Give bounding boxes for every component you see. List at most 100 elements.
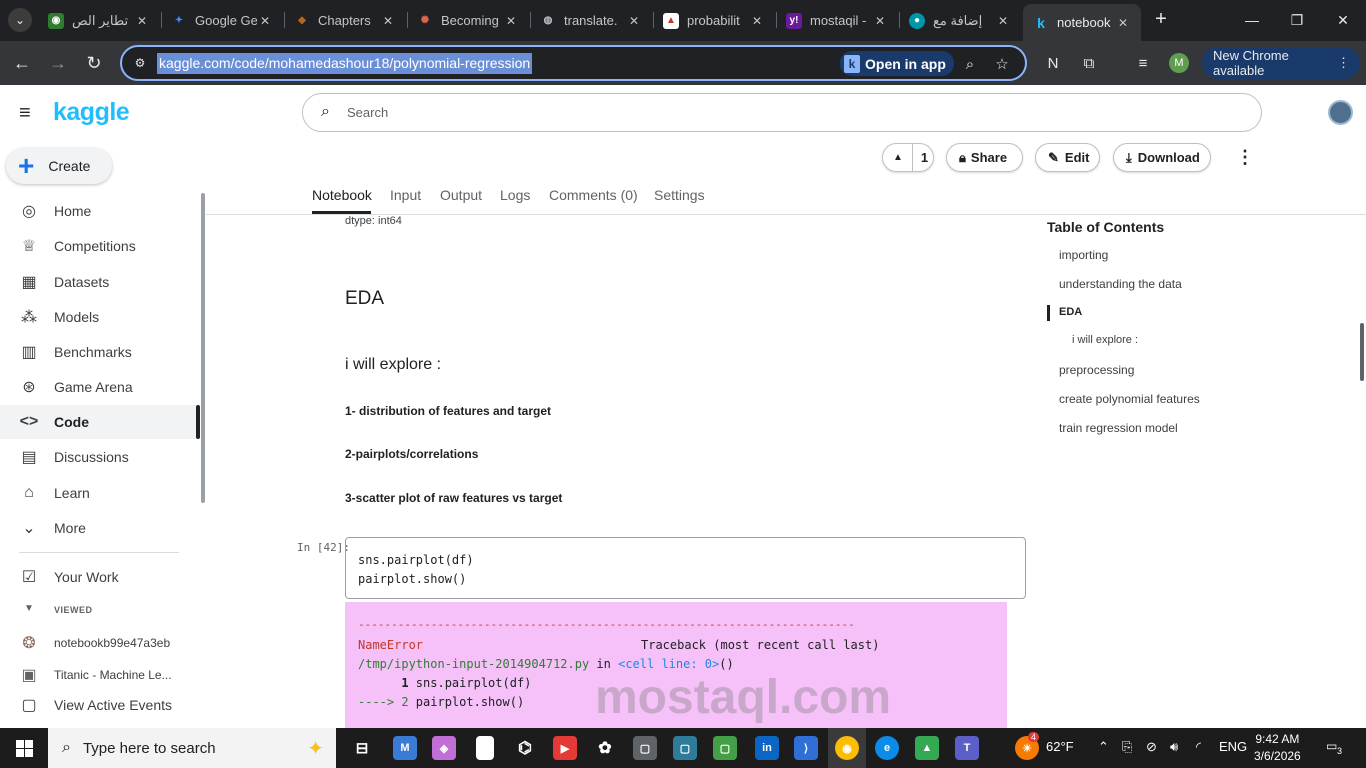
kaggle-logo[interactable]: kaggle [53,98,130,127]
new-chrome-available-button[interactable]: New Chrome available ⋮ [1202,47,1360,79]
create-button[interactable]: + Create [6,148,112,184]
edit-button[interactable]: ✎ Edit [1035,143,1100,172]
download-button[interactable]: ⤓ Download [1113,143,1211,172]
code-cell[interactable]: sns.pairplot(df) pairplot.show() [345,537,1026,599]
toc-item-active[interactable]: EDA [1059,306,1082,318]
camera-off-icon[interactable]: ⊘ [1146,739,1157,755]
nav-more[interactable]: ⌄ More [0,511,196,545]
tab-close-icon[interactable]: ✕ [749,14,765,28]
google-drive-icon[interactable]: ▲ [915,736,939,760]
toc-item[interactable]: preprocessing [1059,363,1134,377]
browser-tab[interactable]: ✺ Becoming ✕ [407,6,529,35]
nav-code[interactable]: <> Code [0,405,196,439]
weather-temperature[interactable]: 62°F [1046,739,1074,754]
dev-home-icon[interactable]: ⌬ [513,736,537,760]
tab-close-icon[interactable]: ✕ [257,14,273,28]
toc-item[interactable]: create polynomial features [1059,392,1200,406]
nav-models[interactable]: ⁂ Models [0,300,196,334]
extensions-puzzle-icon[interactable]: ⧉ [1078,52,1100,74]
restore-icon[interactable]: ❐ [1285,8,1309,32]
nav-your-work[interactable]: ☑ Your Work [0,560,196,594]
nav-datasets[interactable]: ▦ Datasets [0,265,196,299]
teams-icon[interactable]: T [955,736,979,760]
edge-icon[interactable]: e [875,736,899,760]
address-bar[interactable]: ⚙ kaggle.com/code/mohamedashour18/polyno… [120,45,1027,81]
nav-game-arena[interactable]: ⊛ Game Arena [0,370,196,404]
tab-logs[interactable]: Logs [500,187,530,203]
reload-icon[interactable]: ↻ [82,51,106,75]
viewed-item[interactable]: ▣ Titanic - Machine Le... [0,658,196,692]
app-icon[interactable]: ▢ [713,736,737,760]
toc-item[interactable]: train regression model [1059,421,1178,435]
app-icon[interactable]: ▢ [633,736,657,760]
minimize-icon[interactable]: — [1240,8,1264,32]
device-icon[interactable]: ⎘ [1122,739,1132,755]
tab-close-icon[interactable]: ✕ [995,14,1011,28]
chrome-icon[interactable]: ◉ [835,736,859,760]
viewed-collapse-icon[interactable]: ▼ [24,603,34,614]
open-in-app-button[interactable]: k Open in app [840,51,954,76]
vscode-icon[interactable]: ⟩ [794,736,818,760]
new-tab-icon[interactable]: + [1150,8,1172,30]
toc-item[interactable]: understanding the data [1059,277,1182,291]
browser-tab[interactable]: y! mostaqil - ✕ [776,6,898,35]
taskbar-search[interactable]: ⌕ Type here to search ✦ [48,728,336,768]
task-view-icon[interactable]: ⊟ [350,736,374,760]
browser-tab[interactable]: ◆ Chapters ✕ [284,6,406,35]
browser-tab[interactable]: ✦ Google Ge ✕ [161,6,283,35]
viewed-item[interactable]: ❂ notebookb99e47a3eb [0,626,196,660]
tab-settings[interactable]: Settings [654,187,705,203]
browser-tab[interactable]: ◍ translate. ✕ [530,6,652,35]
linkedin-icon[interactable]: in [755,736,779,760]
close-window-icon[interactable]: ✕ [1331,8,1355,32]
tab-close-icon[interactable]: ✕ [503,14,519,28]
search-bar[interactable]: ⌕ Search [302,93,1262,132]
forward-arrow-icon[interactable]: → [46,51,70,75]
windows-start-icon[interactable] [16,740,33,757]
nav-discussions[interactable]: ▤ Discussions [0,440,196,474]
browser-tab-active[interactable]: k notebook ✕ [1023,4,1141,41]
browser-tab[interactable]: ▲ probabilit ✕ [653,6,775,35]
nav-benchmarks[interactable]: ▥ Benchmarks [0,335,196,369]
url-text[interactable]: kaggle.com/code/mohamedashour18/polynomi… [157,53,533,74]
nav-learn[interactable]: ⌂ Learn [0,476,196,510]
tab-input[interactable]: Input [390,187,421,203]
page-scrollbar[interactable] [1360,323,1364,381]
sidebar-scrollbar[interactable] [201,193,205,503]
more-options-icon[interactable]: ⋮ [1236,147,1254,168]
tab-close-icon[interactable]: ✕ [626,14,642,28]
browser-tab[interactable]: ◉ تطاير الص ✕ [38,6,160,35]
notepad-icon[interactable] [476,736,494,760]
youtube-icon[interactable]: ▶ [553,736,577,760]
back-arrow-icon[interactable]: ← [10,51,34,75]
site-settings-icon[interactable]: ⚙ [132,55,148,71]
tab-close-icon[interactable]: ✕ [872,14,888,28]
view-active-events[interactable]: ▢ View Active Events [0,688,196,722]
toc-item[interactable]: importing [1059,248,1108,262]
clock[interactable]: 9:42 AM 3/6/2026 [1254,731,1301,765]
tab-comments[interactable]: Comments (0) [549,187,638,203]
bookmark-star-icon[interactable]: ☆ [992,54,1012,74]
copilot-icon[interactable]: ◈ [432,736,456,760]
notifications-icon[interactable]: ▭ 3 [1326,739,1344,757]
app-icon[interactable]: ▢ [673,736,697,760]
chrome-menu-icon[interactable]: ⋮ [1337,55,1350,71]
media-controls-icon[interactable]: ≡ [1132,52,1154,74]
tab-close-icon[interactable]: ✕ [1115,16,1131,30]
browser-tab[interactable]: ● إضافة مع ✕ [899,6,1021,35]
profile-avatar[interactable]: M [1169,53,1189,73]
hamburger-menu-icon[interactable]: ≡ [19,103,37,123]
notion-extension-icon[interactable]: N [1042,52,1064,74]
share-button[interactable]: 🔒︎ Share [946,143,1023,172]
language-indicator[interactable]: ENG [1219,739,1247,754]
zoom-magnifier-icon[interactable]: ⌕ [960,54,980,74]
wifi-icon[interactable]: ◜ [1196,739,1201,755]
upvote-button[interactable]: ▲ 1 [882,143,934,172]
user-avatar[interactable] [1328,100,1353,125]
tab-close-icon[interactable]: ✕ [134,14,150,28]
tab-search-chevron-icon[interactable]: ⌄ [8,8,32,32]
toc-item[interactable]: i will explore : [1072,334,1138,346]
tab-output[interactable]: Output [440,187,482,203]
m365-icon[interactable]: M [393,736,417,760]
nav-competitions[interactable]: ♕ Competitions [0,229,196,263]
